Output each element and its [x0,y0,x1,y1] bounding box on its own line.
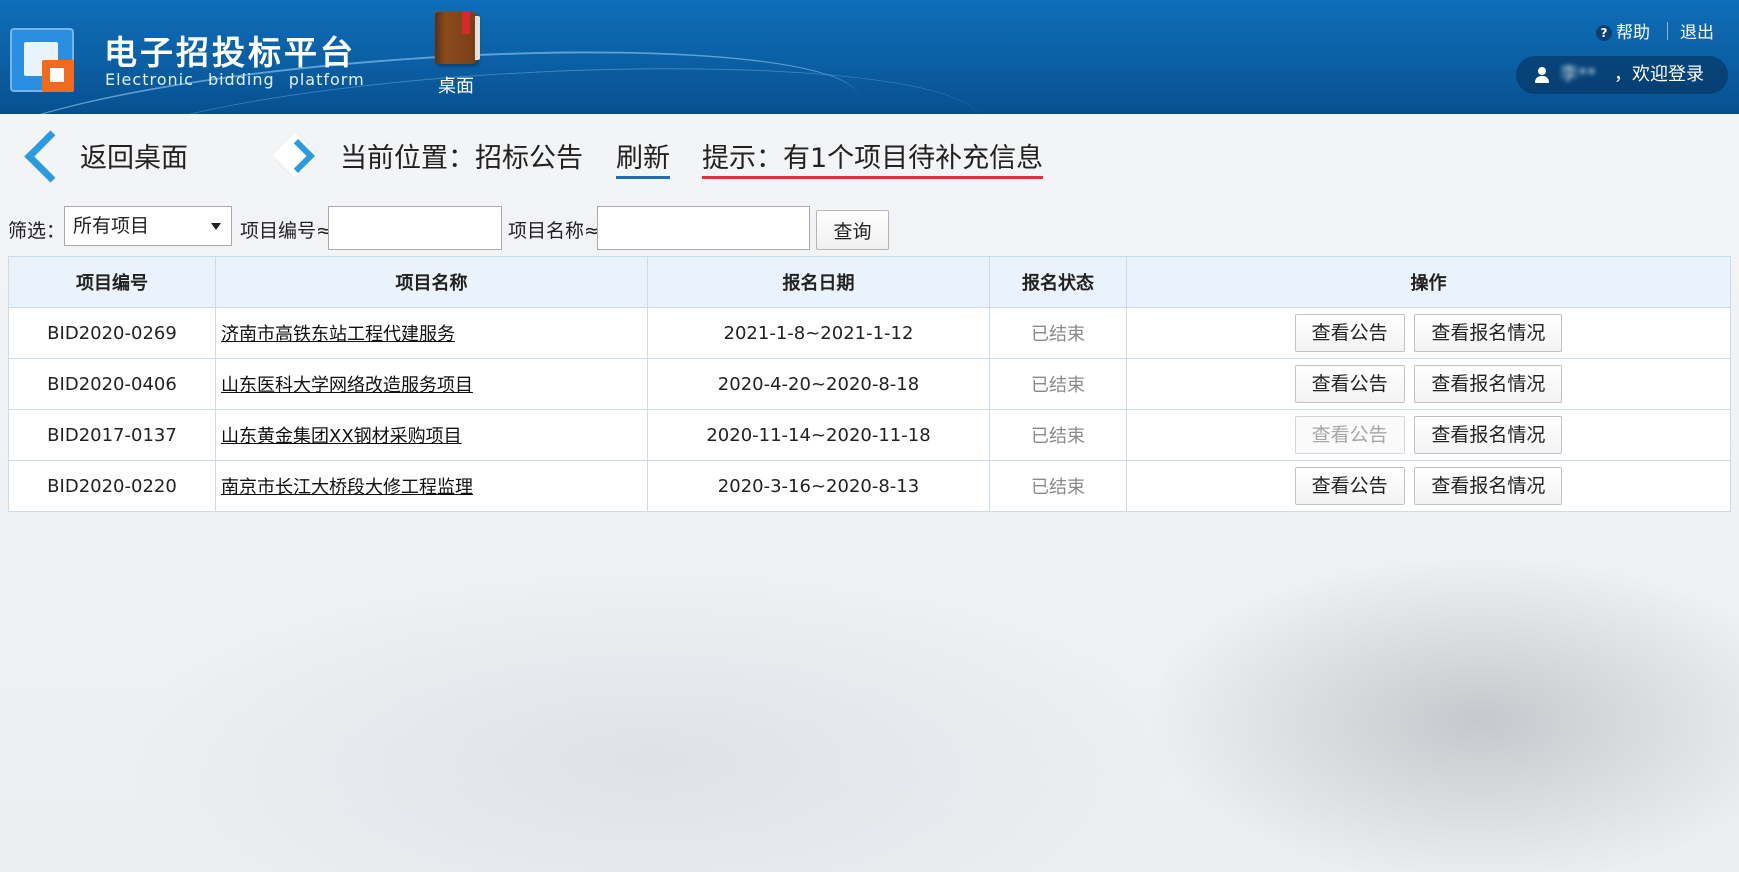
registration-date: 2020-3-16~2020-8-13 [647,460,990,512]
actions-cell: 查看公告 查看报名情况 [1126,358,1731,410]
caret-down-icon [211,223,221,230]
table-row: BID2020-0269 济南市高铁东站工程代建服务 2021-1-8~2021… [8,307,1731,359]
table-header-row: 项目编号 项目名称 报名日期 报名状态 操作 [8,256,1731,308]
desktop-label: 桌面 [438,76,474,97]
brand-subtitle: Electronic bidding platform [105,70,365,89]
project-name-link[interactable]: 南京市长江大桥段大修工程监理 [221,477,473,498]
actions-cell: 查看公告 查看报名情况 [1126,460,1731,512]
view-registration-button[interactable]: 查看报名情况 [1414,416,1563,454]
table-row: BID2020-0220 南京市长江大桥段大修工程监理 2020-3-16~20… [8,460,1731,512]
registration-status: 已结束 [989,358,1127,410]
desktop-button[interactable]: 桌面 [424,12,488,98]
project-name-cell: 南京市长江大桥段大修工程监理 [215,460,648,512]
view-announcement-button[interactable]: 查看公告 [1294,314,1405,352]
user-welcome-badge: 李** ，欢迎登录 [1516,56,1728,94]
registration-date: 2020-11-14~2020-11-18 [647,409,990,461]
diamond-chevron-right-icon [272,132,318,178]
registration-status: 已结束 [989,460,1127,512]
column-header-actions: 操作 [1126,256,1731,308]
project-code-input[interactable] [328,206,502,250]
query-button[interactable]: 查询 [816,210,889,250]
registration-date: 2020-4-20~2020-8-18 [647,358,990,410]
user-name: 李** [1560,64,1596,85]
project-name-cell: 济南市高铁东站工程代建服务 [215,307,648,359]
current-location: 当前位置：招标公告 [340,143,583,174]
help-link[interactable]: ? 帮助 [1596,18,1650,43]
platform-logo-icon [10,28,76,94]
refresh-link[interactable]: 刷新 [616,136,670,179]
registration-status: 已结束 [989,409,1127,461]
registration-date: 2021-1-8~2021-1-12 [647,307,990,359]
project-name-link[interactable]: 济南市高铁东站工程代建服务 [221,324,455,345]
project-name-label: 项目名称≈ [508,220,600,242]
project-name-link[interactable]: 山东医科大学网络改造服务项目 [221,375,473,396]
view-registration-button[interactable]: 查看报名情况 [1414,467,1563,505]
registration-status: 已结束 [989,307,1127,359]
help-label: 帮助 [1616,23,1650,43]
brand-title: 电子招投标平台 [104,33,356,72]
column-header-code: 项目编号 [8,256,216,308]
question-circle-icon: ? [1596,25,1612,41]
actions-cell: 查看公告 查看报名情况 [1126,409,1731,461]
top-header: 电子招投标平台 Electronic bidding platform 桌面 ?… [0,0,1739,114]
header-divider [1667,22,1668,40]
project-name-input[interactable] [597,206,810,250]
table-row: BID2020-0406 山东医科大学网络改造服务项目 2020-4-20~20… [8,358,1731,410]
project-code-label: 项目编号≈ [240,220,332,242]
view-registration-button[interactable]: 查看报名情况 [1414,314,1563,352]
table-row: BID2017-0137 山东黄金集团XX钢材采购项目 2020-11-14~2… [8,409,1731,461]
welcome-text: ，欢迎登录 [1614,64,1704,85]
book-icon [435,12,480,64]
project-name-cell: 山东医科大学网络改造服务项目 [215,358,648,410]
view-announcement-button[interactable]: 查看公告 [1294,365,1405,403]
project-name-link[interactable]: 山东黄金集团XX钢材采购项目 [221,426,462,447]
actions-cell: 查看公告 查看报名情况 [1126,307,1731,359]
logout-link[interactable]: 退出 [1680,18,1714,43]
selected-option: 所有项目 [73,215,150,237]
back-label: 返回桌面 [80,143,188,174]
chevron-left-icon [24,130,77,183]
column-header-status: 报名状态 [989,256,1127,308]
project-code: BID2017-0137 [8,409,216,461]
project-name-cell: 山东黄金集团XX钢材采购项目 [215,409,648,461]
column-header-name: 项目名称 [215,256,648,308]
bid-announcement-table: 项目编号 项目名称 报名日期 报名状态 操作 BID2020-0269 济南市高… [8,256,1731,512]
view-announcement-button[interactable]: 查看公告 [1294,467,1405,505]
project-code: BID2020-0220 [8,460,216,512]
filter-label: 筛选： [8,220,66,242]
user-icon [1534,67,1550,83]
project-code: BID2020-0406 [8,358,216,410]
pending-info-hint-link[interactable]: 提示：有1个项目待补充信息 [702,136,1044,179]
project-filter-select[interactable]: 所有项目 [64,206,232,246]
view-registration-button[interactable]: 查看报名情况 [1414,365,1563,403]
view-announcement-button-disabled: 查看公告 [1294,416,1405,454]
column-header-date: 报名日期 [647,256,990,308]
project-code: BID2020-0269 [8,307,216,359]
